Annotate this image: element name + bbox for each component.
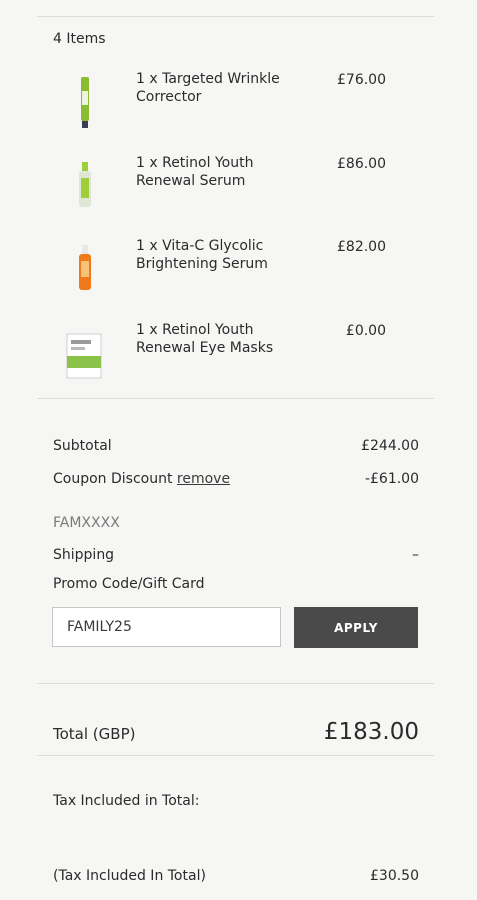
tax-line-value: £30.50 xyxy=(370,868,419,884)
coupon-value: -£61.00 xyxy=(364,471,419,487)
total-divider xyxy=(37,755,434,756)
item-name: 1 x Targeted Wrinkle Corrector xyxy=(136,71,280,105)
subtotal-row: Subtotal £244.00 xyxy=(53,438,419,454)
coupon-code: FAMXXXX xyxy=(53,515,120,531)
coupon-label: Coupon Discount xyxy=(53,471,173,487)
item-price: £76.00 xyxy=(337,72,386,88)
subtotal-value: £244.00 xyxy=(361,438,419,454)
items-count: 4 Items xyxy=(53,31,106,47)
tax-line-label: (Tax Included In Total) xyxy=(53,868,206,884)
tax-title: Tax Included in Total: xyxy=(53,793,200,809)
item-name: 1 x Retinol Youth Renewal Serum xyxy=(136,155,254,189)
tax-row: (Tax Included In Total) £30.50 xyxy=(53,868,419,884)
serum-bottle-icon xyxy=(61,160,109,220)
promo-code-input[interactable] xyxy=(52,607,281,647)
shipping-value: – xyxy=(412,547,419,563)
apply-button[interactable]: APPLY xyxy=(294,607,418,648)
item-price: £0.00 xyxy=(345,323,386,339)
total-label: Total (GBP) xyxy=(53,725,136,743)
summary-divider xyxy=(37,683,434,684)
item-price: £86.00 xyxy=(337,156,386,172)
subtotal-label: Subtotal xyxy=(53,438,112,454)
cart-item: 1 x Retinol Youth Renewal Serum £86.00 xyxy=(53,154,419,234)
items-divider xyxy=(37,398,434,399)
coupon-row: Coupon Discount remove -£61.00 xyxy=(53,471,419,487)
cart-item: 1 x Targeted Wrinkle Corrector £76.00 xyxy=(53,70,419,150)
vitamin-c-bottle-icon xyxy=(61,243,109,303)
item-name: 1 x Retinol Youth Renewal Eye Masks xyxy=(136,322,274,356)
shipping-row: Shipping – xyxy=(53,547,419,563)
eye-mask-box-icon xyxy=(61,326,109,386)
cart-item: 1 x Vita-C Glycolic Brightening Serum £8… xyxy=(53,237,419,317)
top-divider xyxy=(37,16,434,17)
total-value: £183.00 xyxy=(323,719,419,745)
wrinkle-corrector-icon xyxy=(61,75,109,135)
coupon-remove-link[interactable]: remove xyxy=(177,471,230,487)
item-name: 1 x Vita-C Glycolic Brightening Serum xyxy=(136,238,268,272)
item-price: £82.00 xyxy=(337,239,386,255)
promo-label: Promo Code/Gift Card xyxy=(53,576,205,592)
shipping-label: Shipping xyxy=(53,547,115,563)
cart-item: 1 x Retinol Youth Renewal Eye Masks £0.0… xyxy=(53,321,419,401)
